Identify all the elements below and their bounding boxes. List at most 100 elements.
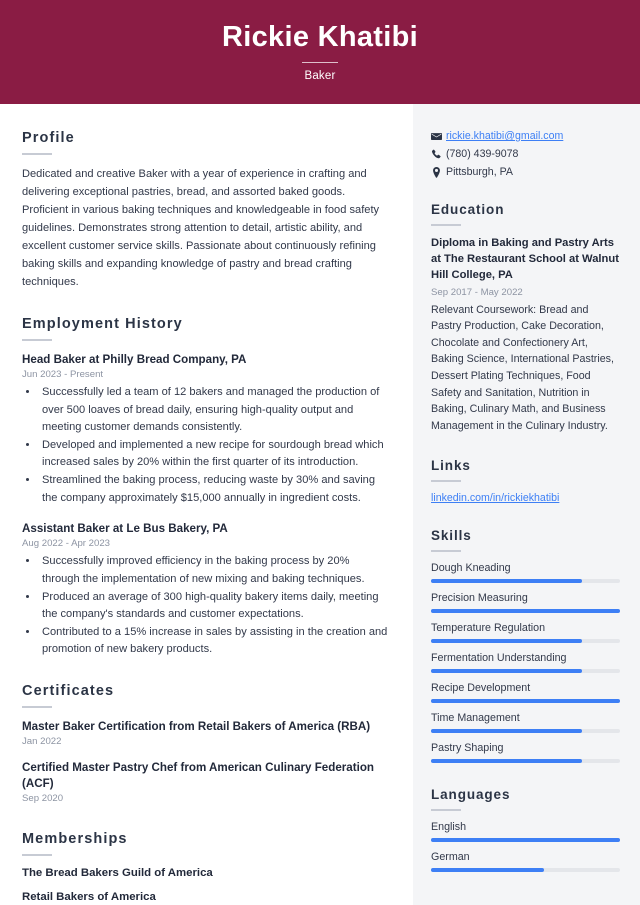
skill-label: Precision Measuring — [431, 592, 528, 605]
skill-item: Time Management — [431, 712, 620, 734]
candidate-name: Rickie Khatibi — [222, 20, 418, 53]
section-rule — [431, 480, 461, 483]
languages-heading: Languages — [431, 787, 511, 803]
contact-block: rickie.khatibi@gmail.com (780) 439-9078 … — [431, 130, 620, 178]
section-education: Education Diploma in Baking and Pastry A… — [431, 202, 620, 434]
bullet-item: Contributed to a 15% increase in sales b… — [39, 624, 389, 658]
contact-row-email: rickie.khatibi@gmail.com — [431, 130, 620, 142]
email-link[interactable]: rickie.khatibi@gmail.com — [446, 130, 563, 142]
section-links: Links linkedin.com/in/rickiekhatibi — [431, 458, 620, 504]
section-certificates: Certificates Master Baker Certification … — [22, 682, 389, 804]
resume-body: Profile Dedicated and creative Baker wit… — [0, 104, 640, 905]
education-degree: Diploma in Baking and Pastry Arts at The… — [431, 237, 619, 281]
skill-label: Pastry Shaping — [431, 742, 504, 755]
section-rule — [22, 705, 52, 708]
resume-header: Rickie Khatibi Baker — [0, 0, 640, 104]
employment-entry-title: Head Baker at Philly Bread Company, PA — [22, 352, 247, 366]
memberships-heading: Memberships — [22, 831, 128, 848]
education-description: Relevant Coursework: Bread and Pastry Pr… — [431, 303, 614, 432]
skill-bar-track — [431, 579, 620, 584]
education-heading: Education — [431, 202, 505, 217]
bullet-item: Developed and implemented a new recipe f… — [39, 437, 389, 471]
bullet-item: Produced an average of 300 high-quality … — [39, 589, 389, 623]
location-value: Pittsburgh, PA — [446, 166, 513, 178]
bullet-item: Streamlined the baking process, reducing… — [39, 472, 389, 506]
employment-entry-bullets: Successfully led a team of 12 bakers and… — [39, 384, 389, 506]
employment-heading: Employment History — [22, 315, 183, 332]
link-row: linkedin.com/in/rickiekhatibi — [431, 492, 620, 504]
bullet-item: Successfully improved efficiency in the … — [39, 553, 389, 587]
certificates-heading: Certificates — [22, 682, 115, 699]
skill-bar-track — [431, 699, 620, 704]
employment-entry-title: Assistant Baker at Le Bus Bakery, PA — [22, 521, 228, 535]
skill-item: Recipe Development — [431, 682, 620, 704]
section-profile: Profile Dedicated and creative Baker wit… — [22, 130, 389, 292]
links-heading: Links — [431, 458, 471, 474]
certificate-title: Certified Master Pastry Chef from Americ… — [22, 761, 374, 790]
employment-entry-date: Jun 2023 - Present — [22, 369, 104, 381]
linkedin-link[interactable]: linkedin.com/in/rickiekhatibi — [431, 492, 559, 504]
skill-bar-track — [431, 609, 620, 614]
section-skills: Skills Dough Kneading Precision Measurin… — [431, 528, 620, 764]
header-divider — [302, 62, 338, 64]
language-item: English — [431, 821, 620, 843]
skill-label: Time Management — [431, 712, 520, 725]
candidate-job-title: Baker — [304, 70, 336, 83]
skill-item: Precision Measuring — [431, 592, 620, 614]
language-bar-track — [431, 868, 620, 873]
contact-row-phone: (780) 439-9078 — [431, 148, 620, 160]
skill-bar-track — [431, 729, 620, 734]
language-bar-track — [431, 838, 620, 843]
skill-bar-fill — [431, 669, 583, 674]
skill-label: Recipe Development — [431, 682, 531, 695]
certificate-entry: Master Baker Certification from Retail B… — [22, 719, 389, 748]
employment-entry-bullets: Successfully improved efficiency in the … — [39, 553, 389, 658]
employment-entry: Head Baker at Philly Bread Company, PA J… — [22, 352, 389, 507]
section-rule — [22, 338, 52, 341]
skill-bar-track — [431, 639, 620, 644]
skill-item: Dough Kneading — [431, 562, 620, 584]
section-employment-history: Employment History Head Baker at Philly … — [22, 316, 389, 659]
skill-label: Dough Kneading — [431, 562, 511, 575]
skill-bar-fill — [431, 759, 583, 764]
section-rule — [22, 153, 52, 155]
section-rule — [431, 550, 461, 553]
section-rule — [431, 809, 461, 812]
skill-bar-fill — [431, 609, 620, 614]
location-pin-icon — [431, 166, 446, 178]
certificate-entry: Certified Master Pastry Chef from Americ… — [22, 760, 389, 804]
profile-heading: Profile — [22, 130, 75, 146]
skill-bar-fill — [431, 639, 583, 644]
phone-value: (780) 439-9078 — [446, 148, 519, 160]
certificate-date: Sep 2020 — [22, 793, 64, 805]
certificate-date: Jan 2022 — [22, 736, 62, 748]
membership-item: The Bread Bakers Guild of America — [22, 867, 213, 880]
language-bar-fill — [431, 868, 545, 873]
skill-label: Fermentation Understanding — [431, 652, 567, 665]
skill-item: Fermentation Understanding — [431, 652, 620, 674]
employment-entry: Assistant Baker at Le Bus Bakery, PA Aug… — [22, 521, 389, 659]
skill-bar-track — [431, 669, 620, 674]
skill-label: Temperature Regulation — [431, 622, 546, 635]
skill-item: Pastry Shaping — [431, 742, 620, 764]
section-languages: Languages English German — [431, 787, 620, 873]
envelope-icon — [431, 131, 446, 142]
certificate-title: Master Baker Certification from Retail B… — [22, 719, 371, 733]
language-bar-fill — [431, 838, 620, 843]
language-label: English — [431, 821, 467, 834]
skill-bar-fill — [431, 579, 583, 584]
skill-bar-fill — [431, 729, 583, 734]
language-item: German — [431, 851, 620, 873]
membership-item: Retail Bakers of America — [22, 891, 156, 904]
section-rule — [22, 854, 52, 857]
skill-bar-track — [431, 759, 620, 764]
main-column: Profile Dedicated and creative Baker wit… — [0, 104, 413, 905]
employment-entry-date: Aug 2022 - Apr 2023 — [22, 538, 111, 550]
language-label: German — [431, 851, 470, 864]
skill-bar-fill — [431, 699, 620, 704]
profile-text: Dedicated and creative Baker with a year… — [22, 168, 380, 288]
bullet-item: Successfully led a team of 12 bakers and… — [39, 384, 389, 436]
phone-icon — [431, 149, 446, 160]
skill-item: Temperature Regulation — [431, 622, 620, 644]
education-date: Sep 2017 - May 2022 — [431, 286, 523, 298]
